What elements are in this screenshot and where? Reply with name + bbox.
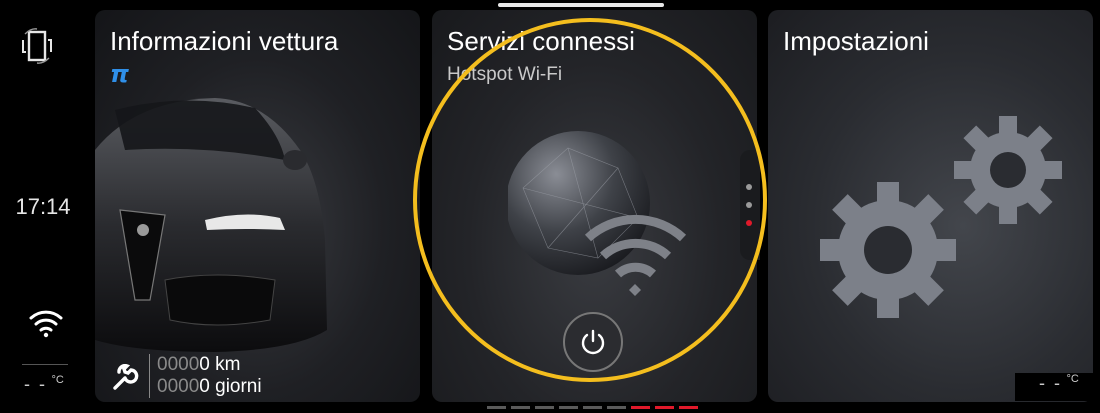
card-title: Servizi connessi (447, 26, 635, 56)
card-subtitle: Hotspot Wi-Fi (447, 64, 563, 85)
page-segment (679, 406, 698, 409)
wrench-icon (111, 363, 139, 392)
page-dot-active (746, 220, 752, 226)
cabin-temperature: - - °C (1015, 373, 1095, 401)
rotate-screen-icon[interactable] (17, 26, 57, 66)
page-segment (487, 406, 506, 409)
page-segment (535, 406, 554, 409)
days-readout: 00000 giorni (157, 376, 262, 398)
top-handle-bar[interactable] (498, 3, 664, 7)
temperature-unit: °C (51, 374, 64, 386)
page-segment (583, 406, 602, 409)
power-icon (581, 329, 605, 355)
settings-card[interactable]: Impostazioni (768, 10, 1093, 402)
sidebar-divider (22, 364, 68, 365)
connected-services-card[interactable]: Servizi connessi Hotspot Wi-Fi (432, 10, 757, 402)
distance-prefix: 0000 (157, 354, 200, 375)
temperature-value: - - (1039, 373, 1062, 393)
temperature-unit: °C (1066, 373, 1079, 385)
days-prefix: 0000 (157, 376, 200, 397)
clock: 17:14 (15, 194, 71, 219)
page-segment (631, 406, 650, 409)
page-segment (559, 406, 578, 409)
status-sidebar: 17:14 - - °C (0, 0, 92, 413)
gears-icon (820, 116, 1062, 318)
brand-logo-icon: π (110, 60, 129, 88)
vehicle-info-card[interactable]: Informazioni vettura π 00000 km 00000 gi… (95, 10, 420, 402)
page-dot (746, 202, 752, 208)
page-dot (746, 184, 752, 190)
card-title: Informazioni vettura (110, 26, 339, 56)
globe-wifi-icon (508, 131, 687, 296)
temperature-value: - - (24, 374, 47, 394)
page-segment (607, 406, 626, 409)
distance-value: 0 km (199, 354, 241, 375)
page-dots[interactable] (740, 150, 760, 260)
car-image (95, 98, 327, 352)
page-segment (655, 406, 674, 409)
distance-readout: 00000 km (157, 354, 240, 376)
odometer-divider (149, 354, 150, 398)
power-button[interactable] (563, 312, 623, 372)
card-title: Impostazioni (783, 26, 929, 56)
days-value: 0 giorni (199, 376, 262, 397)
page-segment (511, 406, 530, 409)
outside-temperature: - - °C (24, 374, 64, 395)
wifi-icon (29, 308, 63, 338)
